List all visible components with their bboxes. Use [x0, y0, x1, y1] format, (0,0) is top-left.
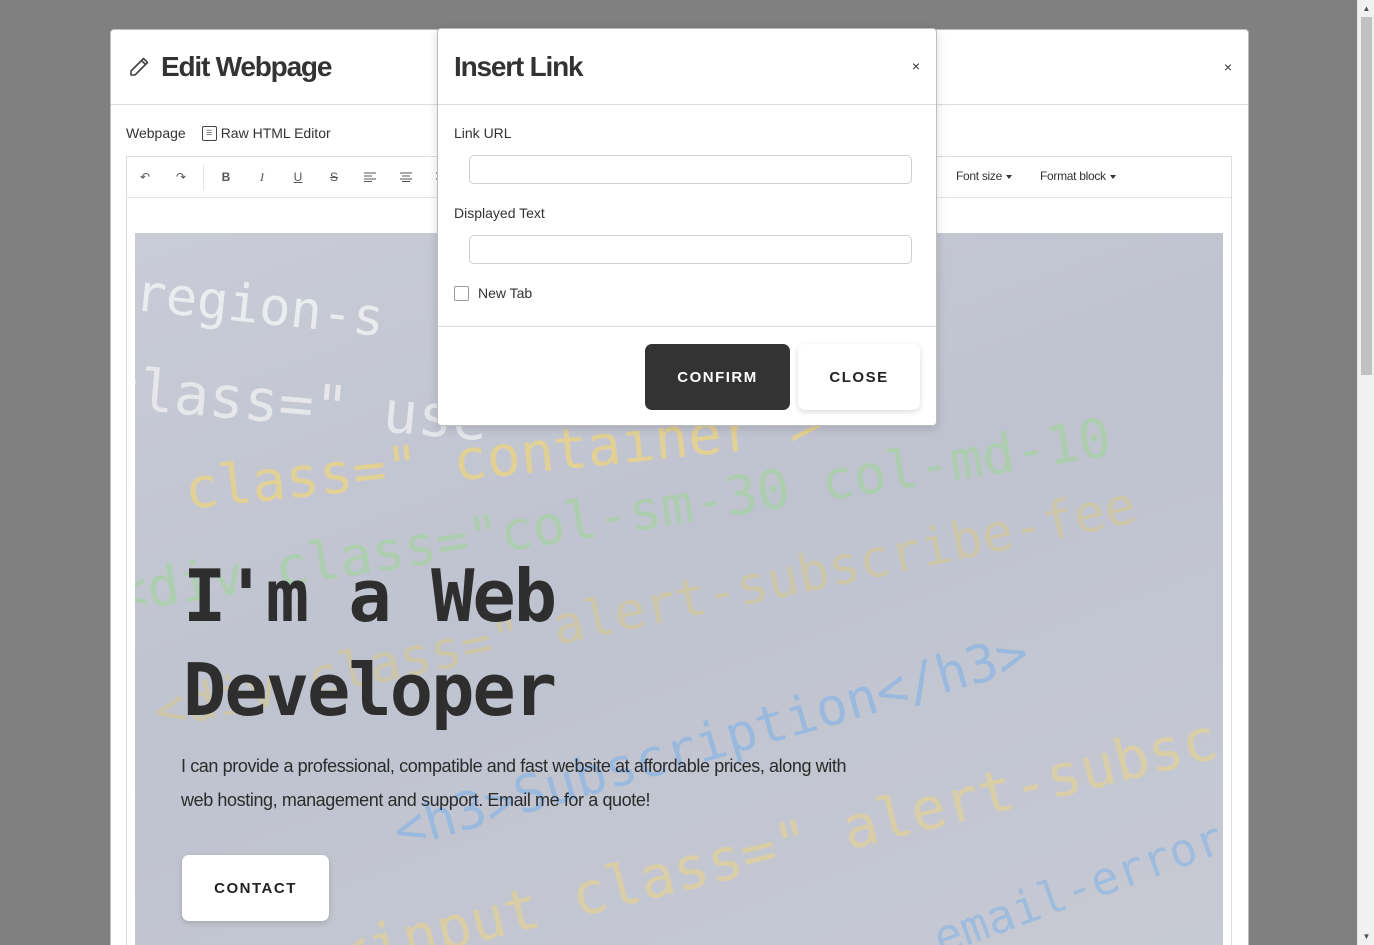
font-size-dropdown[interactable]: Font size: [956, 169, 1012, 183]
code-bg-text: region-s: [135, 263, 388, 350]
insert-link-dialog: Insert Link × Link URL Displayed Text Ne…: [437, 28, 937, 426]
confirm-button[interactable]: CONFIRM: [645, 344, 790, 410]
scrollbar-thumb[interactable]: [1361, 17, 1372, 375]
format-block-label: Format block: [1040, 169, 1106, 183]
tab-raw-html-editor[interactable]: ☰ Raw HTML Editor: [201, 125, 331, 141]
link-url-input[interactable]: [469, 155, 912, 184]
new-tab-option[interactable]: New Tab: [454, 285, 532, 301]
font-size-label: Font size: [956, 169, 1002, 183]
chevron-down-icon: [1006, 174, 1012, 179]
scroll-up-icon[interactable]: ▲: [1358, 0, 1374, 17]
format-block-dropdown[interactable]: Format block: [1040, 169, 1116, 183]
tab-webpage-label: Webpage: [126, 125, 186, 141]
editor-close-icon[interactable]: ×: [1224, 60, 1232, 74]
hero-title-line: Developer: [183, 648, 557, 732]
bold-icon[interactable]: B: [208, 162, 244, 192]
dialog-header: Insert Link ×: [438, 29, 936, 105]
page-scrollbar[interactable]: ▲ ▼: [1357, 0, 1374, 945]
hero-title: I'm a Web Developer: [183, 549, 557, 737]
new-tab-checkbox[interactable]: [454, 285, 469, 301]
chevron-down-icon: [1109, 174, 1116, 179]
toolbar-divider: [203, 164, 204, 190]
tab-webpage[interactable]: Webpage: [126, 125, 186, 141]
contact-button[interactable]: CONTACT: [182, 855, 329, 921]
strikethrough-icon[interactable]: S: [316, 162, 352, 192]
align-center-icon[interactable]: [388, 162, 424, 192]
underline-icon[interactable]: U: [280, 162, 316, 192]
hero-subtitle: I can provide a professional, compatible…: [181, 756, 847, 810]
pencil-icon: [127, 54, 153, 80]
dialog-footer: CONFIRM CLOSE: [438, 326, 936, 425]
displayed-text-label: Displayed Text: [454, 205, 545, 221]
align-left-icon[interactable]: [352, 162, 388, 192]
editor-title: Edit Webpage: [161, 51, 332, 82]
undo-icon[interactable]: ↶: [127, 162, 163, 192]
close-button[interactable]: CLOSE: [798, 344, 920, 410]
dialog-title: Insert Link: [454, 51, 584, 82]
italic-icon[interactable]: I: [244, 162, 280, 192]
tab-raw-html-label: Raw HTML Editor: [220, 125, 331, 141]
hero-title-line: I'm a Web: [183, 554, 557, 638]
new-tab-label: New Tab: [478, 285, 533, 301]
html-editor-icon: ☰: [201, 125, 217, 141]
displayed-text-input[interactable]: [469, 235, 912, 264]
link-url-label: Link URL: [454, 125, 512, 141]
editor-tabs: Webpage ☰ Raw HTML Editor: [126, 125, 347, 141]
dialog-close-icon[interactable]: ×: [912, 59, 920, 73]
redo-icon[interactable]: ↷: [163, 162, 199, 192]
scroll-down-icon[interactable]: ▼: [1358, 928, 1374, 945]
